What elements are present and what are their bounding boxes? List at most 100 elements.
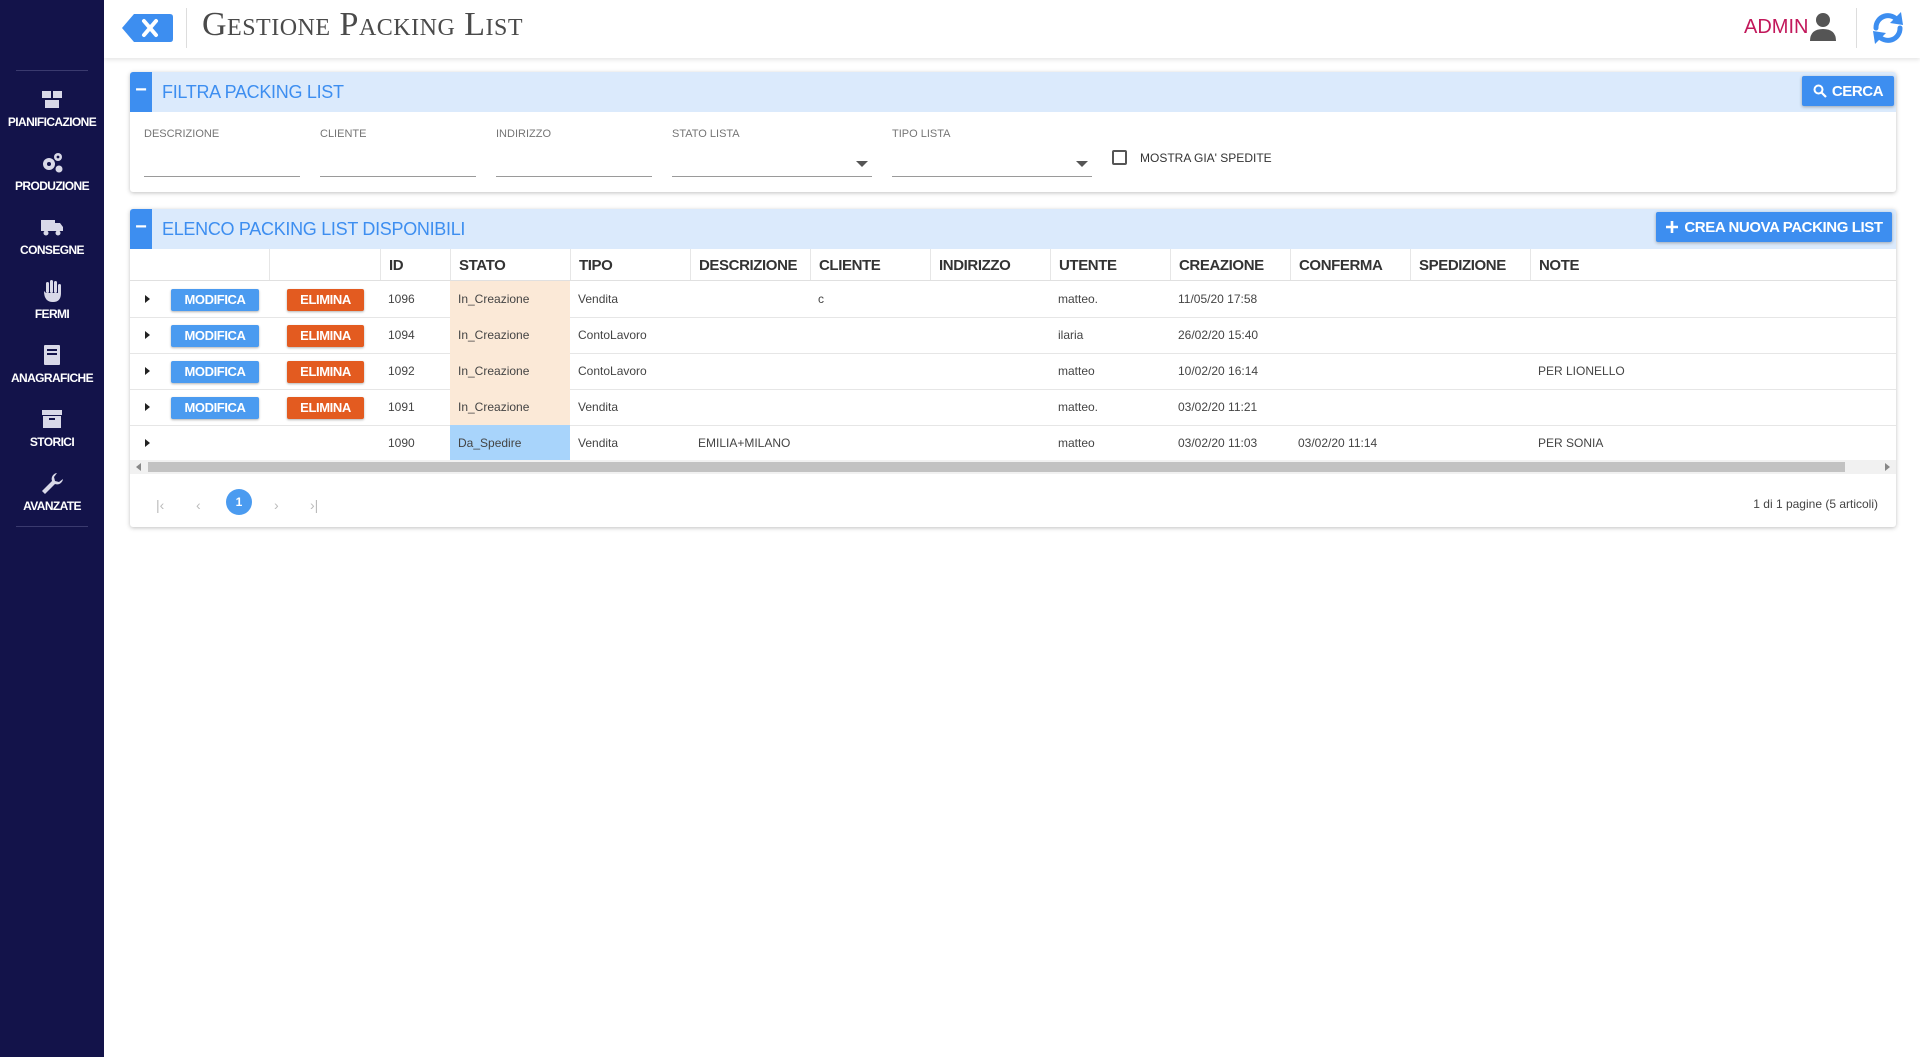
- sidebar-item-fermi[interactable]: FERMI: [0, 278, 104, 336]
- cell-conferma: [1290, 317, 1410, 353]
- column-tipo[interactable]: TIPO: [570, 249, 690, 280]
- cell-note: [1530, 281, 1896, 317]
- cell-creazione: 03/02/20 11:21: [1178, 400, 1258, 414]
- horizontal-scrollbar[interactable]: [130, 460, 1896, 474]
- sidebar-divider: [16, 526, 88, 527]
- sidebar-item-avanzate[interactable]: AVANZATE: [0, 470, 104, 528]
- cell-cliente: [810, 353, 930, 389]
- column-id[interactable]: ID: [380, 249, 450, 280]
- modify-button[interactable]: MODIFICA: [171, 325, 259, 347]
- delete-button[interactable]: ELIMINA: [287, 361, 364, 383]
- column-utente[interactable]: UTENTE: [1050, 249, 1170, 280]
- page-number-current[interactable]: 1: [226, 489, 252, 515]
- field-label: CLIENTE: [320, 128, 367, 140]
- stato-lista-select[interactable]: STATO LISTA: [672, 128, 872, 177]
- sidebar: PIANIFICAZIONE PRODUZIONE CONSEGNE FERMI…: [0, 0, 104, 1057]
- cell-descrizione: EMILIA+MILANO: [698, 436, 791, 450]
- list-panel: − ELENCO PACKING LIST DISPONIBILI CREA N…: [130, 209, 1896, 527]
- field-label: STATO LISTA: [672, 128, 740, 140]
- scroll-right-icon[interactable]: [1885, 463, 1890, 471]
- mostra-spedite-checkbox[interactable]: [1112, 150, 1127, 165]
- page-title: Gestione Packing List: [202, 6, 524, 43]
- modify-button[interactable]: MODIFICA: [171, 361, 259, 383]
- column-spedizione[interactable]: SPEDIZIONE: [1410, 249, 1530, 280]
- table-row[interactable]: 1090 Da_Spedire Vendita EMILIA+MILANO matteo…: [130, 425, 1896, 462]
- user-icon[interactable]: [1809, 12, 1837, 42]
- cell-id: 1096: [388, 292, 415, 306]
- table-row[interactable]: MODIFICA ELIMINA 1094 In_Creazione ContoLavo…: [130, 317, 1896, 354]
- indirizzo-field[interactable]: INDIRIZZO: [496, 128, 652, 177]
- column-cliente[interactable]: CLIENTE: [810, 249, 930, 280]
- table-row[interactable]: MODIFICA ELIMINA 1092 In_Creazione ContoLavo…: [130, 353, 1896, 390]
- cell-descrizione: [690, 353, 810, 389]
- sidebar-item-consegne[interactable]: CONSEGNE: [0, 214, 104, 272]
- tipo-lista-select[interactable]: TIPO LISTA: [892, 128, 1092, 177]
- modify-button[interactable]: MODIFICA: [171, 289, 259, 311]
- column-indirizzo[interactable]: INDIRIZZO: [930, 249, 1050, 280]
- cell-note: [1530, 317, 1896, 353]
- cell-indirizzo: [930, 353, 1050, 389]
- wrench-icon: [42, 473, 63, 494]
- header-divider: [1856, 8, 1857, 48]
- filter-panel-title: FILTRA PACKING LIST: [162, 82, 344, 102]
- cell-conferma: [1290, 353, 1410, 389]
- search-icon: [1813, 84, 1827, 98]
- cell-stato: In_Creazione: [450, 353, 570, 389]
- delete-button[interactable]: ELIMINA: [287, 397, 364, 419]
- cell-stato: Da_Spedire: [450, 425, 570, 461]
- next-page-icon[interactable]: ›: [274, 497, 279, 513]
- column-note[interactable]: NOTE: [1530, 249, 1896, 280]
- cliente-field[interactable]: CLIENTE: [320, 128, 476, 177]
- user-name[interactable]: ADMIN: [1744, 16, 1808, 39]
- cell-spedizione: [1410, 281, 1530, 317]
- column-conferma[interactable]: CONFERMA: [1290, 249, 1410, 280]
- descrizione-field[interactable]: DESCRIZIONE: [144, 128, 300, 177]
- list-panel-header: − ELENCO PACKING LIST DISPONIBILI CREA N…: [130, 209, 1896, 249]
- expand-row-icon[interactable]: [145, 331, 150, 339]
- hand-icon: [44, 280, 61, 302]
- sidebar-item-anagrafiche[interactable]: ANAGRAFICHE: [0, 342, 104, 400]
- expand-row-icon[interactable]: [145, 403, 150, 411]
- field-label: INDIRIZZO: [496, 128, 551, 140]
- column-descrizione[interactable]: DESCRIZIONE: [690, 249, 810, 280]
- cell-utente: matteo.: [1058, 292, 1099, 306]
- search-button[interactable]: CERCA: [1802, 76, 1894, 106]
- sidebar-item-produzione[interactable]: PRODUZIONE: [0, 150, 104, 208]
- last-page-icon[interactable]: ›|: [310, 497, 318, 513]
- cell-conferma: [1290, 281, 1410, 317]
- table-row[interactable]: MODIFICA ELIMINA 1091 In_Creazione Vendita ma…: [130, 389, 1896, 426]
- cell-note: PER LIONELLO: [1538, 364, 1625, 378]
- pager-info: 1 di 1 pagine (5 articoli): [1753, 497, 1878, 511]
- header: Gestione Packing List ADMIN: [104, 0, 1920, 58]
- sidebar-item-label: PRODUZIONE: [14, 179, 90, 193]
- sidebar-divider: [16, 70, 88, 71]
- sidebar-item-storici[interactable]: STORICI: [0, 406, 104, 464]
- sidebar-item-label: PIANIFICAZIONE: [7, 115, 97, 129]
- refresh-icon[interactable]: [1868, 8, 1908, 48]
- close-back-icon[interactable]: [120, 12, 174, 44]
- create-packing-list-button[interactable]: CREA NUOVA PACKING LIST: [1656, 212, 1892, 242]
- column-stato[interactable]: STATO: [450, 249, 570, 280]
- delete-button[interactable]: ELIMINA: [287, 289, 364, 311]
- expand-row-icon[interactable]: [145, 295, 150, 303]
- archive-icon: [42, 410, 62, 428]
- expand-row-icon[interactable]: [145, 439, 150, 447]
- first-page-icon[interactable]: |‹: [156, 497, 164, 513]
- prev-page-icon[interactable]: ‹: [196, 497, 201, 513]
- scroll-left-icon[interactable]: [136, 463, 141, 471]
- column-actions: [269, 249, 380, 280]
- sidebar-item-pianificazione[interactable]: PIANIFICAZIONE: [0, 86, 104, 144]
- scroll-thumb[interactable]: [148, 462, 1845, 472]
- column-creazione[interactable]: CREAZIONE: [1170, 249, 1290, 280]
- modify-button[interactable]: MODIFICA: [171, 397, 259, 419]
- cell-conferma: 03/02/20 11:14: [1298, 436, 1378, 450]
- gears-icon: [43, 153, 63, 173]
- collapse-list-button[interactable]: −: [130, 209, 152, 249]
- collapse-filter-button[interactable]: −: [130, 72, 152, 112]
- expand-row-icon[interactable]: [145, 367, 150, 375]
- table-row[interactable]: MODIFICA ELIMINA 1096 In_Creazione Vendita c m…: [130, 281, 1896, 318]
- cell-tipo: Vendita: [578, 292, 619, 306]
- delete-button[interactable]: ELIMINA: [287, 325, 364, 347]
- sidebar-item-label: STORICI: [29, 435, 75, 449]
- cell-indirizzo: [930, 389, 1050, 425]
